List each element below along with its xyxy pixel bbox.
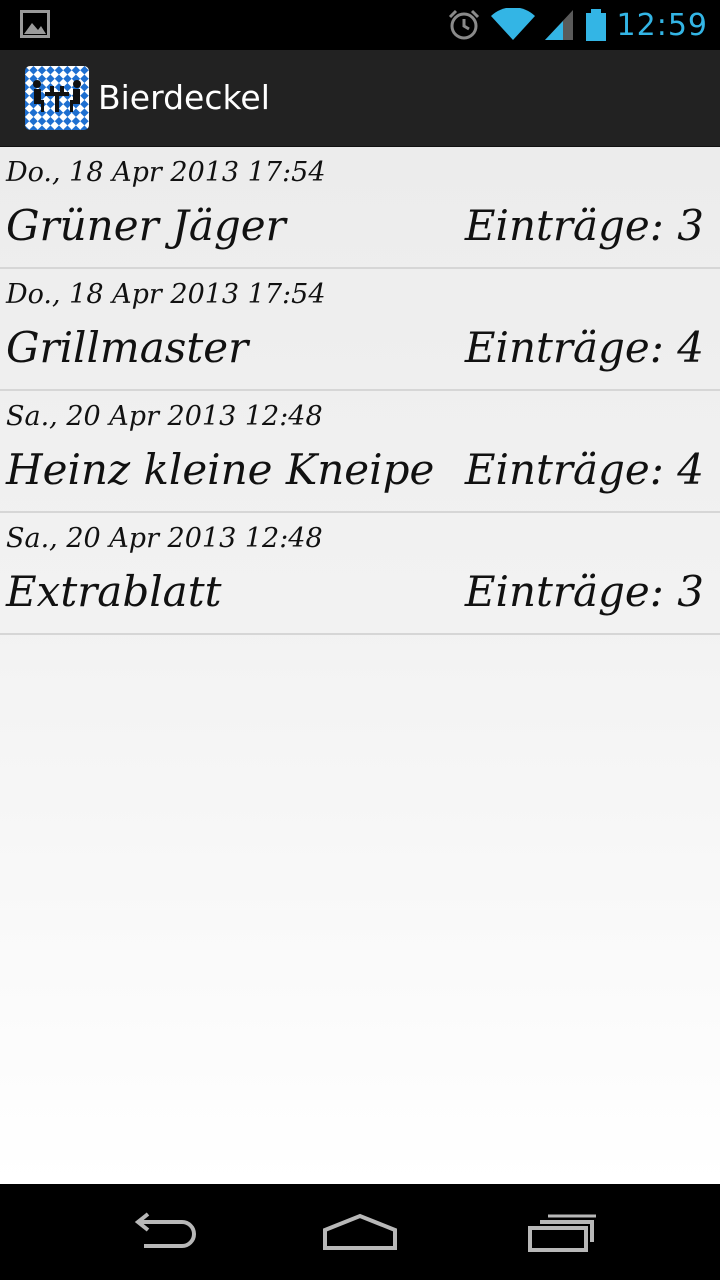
back-icon (134, 1212, 196, 1248)
app-title: Bierdeckel (98, 78, 270, 117)
item-date: Do., 18 Apr 2013 17:54 (6, 279, 326, 310)
battery-icon (585, 9, 606, 41)
recent-apps-icon (528, 1214, 596, 1252)
alarm-icon (448, 9, 479, 40)
item-entry-count: Einträge: 4 (464, 323, 704, 372)
action-bar: Bierdeckel (0, 50, 720, 148)
list-item[interactable]: Do., 18 Apr 2013 17:54 Grüner Jäger Eint… (0, 147, 720, 269)
home-icon (323, 1213, 397, 1250)
item-name: Grüner Jäger (6, 201, 286, 250)
item-name: Extrablatt (6, 567, 222, 616)
item-name: Grillmaster (6, 323, 249, 372)
list-item[interactable]: Sa., 20 Apr 2013 12:48 Heinz kleine Knei… (0, 391, 720, 513)
item-date: Do., 18 Apr 2013 17:54 (6, 157, 326, 188)
item-date: Sa., 20 Apr 2013 12:48 (6, 401, 323, 432)
status-bar: 12:59 (0, 0, 720, 50)
wifi-icon (490, 8, 535, 40)
list-item[interactable]: Do., 18 Apr 2013 17:54 Grillmaster Eintr… (0, 269, 720, 391)
pub-list: Do., 18 Apr 2013 17:54 Grüner Jäger Eint… (0, 147, 720, 1184)
navigation-bar (0, 1184, 720, 1280)
item-entry-count: Einträge: 4 (464, 445, 704, 494)
app-logo-icon[interactable] (25, 66, 89, 130)
item-entry-count: Einträge: 3 (464, 201, 704, 250)
back-button[interactable] (110, 1202, 210, 1262)
list-item[interactable]: Sa., 20 Apr 2013 12:48 Extrablatt Einträ… (0, 513, 720, 635)
item-name: Heinz kleine Kneipe (6, 445, 435, 494)
home-button[interactable] (310, 1202, 410, 1262)
image-notification-icon (20, 10, 50, 38)
recent-apps-button[interactable] (512, 1202, 612, 1262)
item-entry-count: Einträge: 3 (464, 567, 704, 616)
status-clock: 12:59 (616, 7, 708, 43)
item-date: Sa., 20 Apr 2013 12:48 (6, 523, 323, 554)
cell-signal-icon (544, 10, 573, 40)
